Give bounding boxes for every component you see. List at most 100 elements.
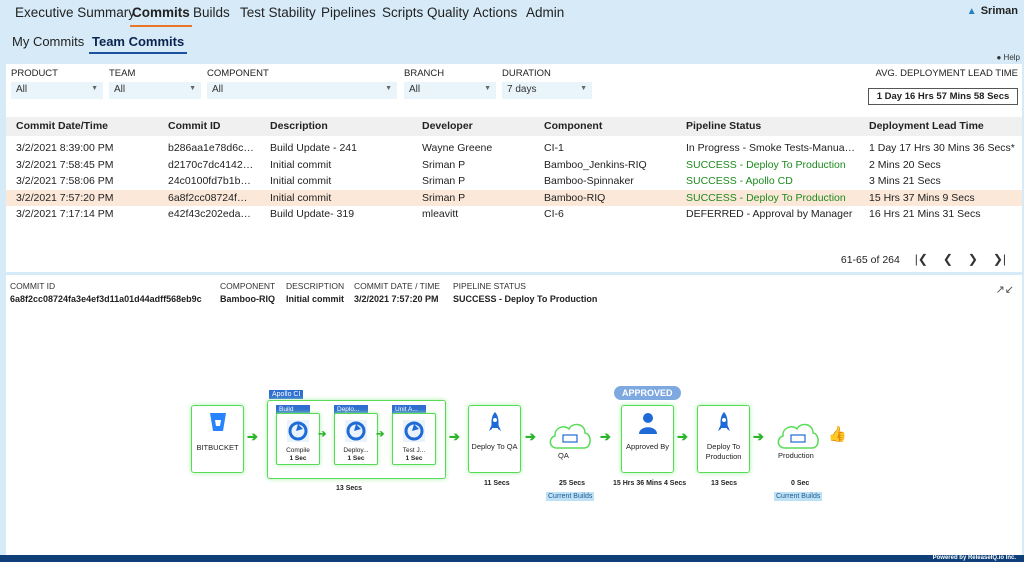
product-select[interactable]: All ▼ [11, 82, 103, 99]
tab-commits[interactable]: Commits [130, 5, 192, 27]
stage-bitbucket[interactable]: BITBUCKET [191, 405, 244, 473]
table-cell: e42f43c202eda… [168, 208, 251, 220]
branch-select[interactable]: All ▼ [404, 82, 496, 99]
task-test[interactable]: Test J... 1 Sec [392, 413, 436, 465]
component-filter: COMPONENT All ▼ [207, 68, 397, 99]
stage-bitbucket-label: BITBUCKET [196, 443, 239, 452]
rocket-icon [718, 412, 730, 431]
avg-lead-time-label: AVG. DEPLOYMENT LEAD TIME [875, 68, 1018, 79]
team-filter: TEAM All ▼ [109, 68, 201, 99]
arrow-icon: ➔ [600, 429, 611, 444]
table-cell: d2170c7dc4142… [168, 158, 254, 171]
team-label: TEAM [109, 68, 136, 79]
table-cell: Wayne Greene [422, 142, 493, 154]
col-component[interactable]: Component [544, 120, 602, 132]
qa-current-builds[interactable]: Current Builds [546, 492, 595, 501]
duration-value: 7 days [507, 84, 537, 95]
col-description[interactable]: Description [270, 120, 328, 132]
tab-test-stability[interactable]: Test Stability [240, 5, 316, 20]
task-compile[interactable]: Compile 1 Sec [276, 413, 320, 465]
component-select[interactable]: All ▼ [207, 82, 397, 99]
tab-pipelines[interactable]: Pipelines [321, 5, 376, 20]
stage-deploy-production[interactable]: Deploy To Production [697, 405, 750, 473]
expand-icon[interactable]: ↗↙ [996, 283, 1014, 296]
detail-component-value: Bamboo-RIQ [220, 294, 275, 304]
tab-actions[interactable]: Actions [473, 5, 517, 20]
detail-commit-id-label: COMMIT ID [10, 281, 56, 291]
stage-deploy-qa-label: Deploy To QA [471, 442, 518, 451]
col-commit-date[interactable]: Commit Date/Time [16, 120, 108, 132]
detail-date-label: COMMIT DATE / TIME [354, 281, 440, 291]
table-row[interactable]: 3/2/2021 7:58:06 PM 24c0100fd7b1b… Initial… [6, 173, 1022, 189]
tab-team-commits[interactable]: Team Commits [88, 34, 188, 54]
detail-description-label: DESCRIPTION [286, 281, 345, 291]
detail-component: COMPONENT Bamboo-RIQ [220, 281, 275, 304]
table-cell: Bamboo-Spinnaker [544, 175, 634, 187]
table-cell: Build Update- 319 [270, 208, 355, 220]
production-cloud-icon[interactable] [775, 418, 821, 452]
tab-executive-summary[interactable]: Executive Summary [15, 5, 135, 20]
col-developer[interactable]: Developer [422, 120, 473, 132]
user-name: Sriman [980, 5, 1018, 17]
table-cell: Bamboo_Jenkins-RIQ [544, 158, 647, 171]
task-deploy[interactable]: Deploy... 1 Sec [334, 413, 378, 465]
tab-builds[interactable]: Builds [193, 5, 230, 20]
detail-date: COMMIT DATE / TIME 3/2/2021 7:57:20 PM [354, 281, 440, 304]
col-commit-id[interactable]: Commit ID [168, 120, 221, 132]
help-link[interactable]: ● Help [996, 53, 1020, 62]
table-cell: Build Update - 241 [270, 142, 357, 154]
table-cell: mleavitt [422, 208, 459, 220]
approved-time: 15 Hrs 36 Mins 4 Secs [613, 480, 687, 487]
stage-deploy-qa[interactable]: Deploy To QA [468, 405, 521, 473]
qa-time: 25 Secs [559, 480, 586, 487]
product-label: PRODUCT [11, 68, 58, 79]
component-value: All [212, 84, 224, 95]
table-row[interactable]: 3/2/2021 8:39:00 PM b286aa1e78d6c… Build U… [6, 140, 1022, 156]
table-row[interactable]: 3/2/2021 7:17:14 PM e42f43c202eda… Build U… [6, 206, 1022, 222]
thumbs-up-icon: 👍 [828, 426, 847, 443]
top-nav: Executive Summary Commits Builds Test St… [0, 0, 1024, 28]
table-cell: 3/2/2021 8:39:00 PM [16, 142, 114, 154]
table-cell: Sriman P [422, 158, 466, 171]
col-lead-time[interactable]: Deployment Lead Time [869, 120, 984, 132]
team-select[interactable]: All ▼ [109, 82, 201, 99]
branch-value: All [409, 84, 421, 95]
table-cell: Bamboo-RIQ [544, 191, 606, 204]
arrow-icon: ➔ [449, 429, 460, 444]
last-page-icon[interactable]: ❯| [993, 252, 1006, 266]
user-menu[interactable]: ▲ Sriman [967, 5, 1018, 17]
table-cell: DEFERRED - Approval by Manager [686, 208, 853, 220]
prev-page-icon[interactable]: ❮ [943, 252, 953, 266]
chevron-down-icon: ▼ [484, 85, 491, 92]
detail-status-label: PIPELINE STATUS [453, 281, 526, 291]
table-cell: Initial commit [270, 175, 332, 187]
first-page-icon[interactable]: |❮ [915, 252, 928, 266]
table-cell: Sriman P [422, 175, 466, 187]
arrow-icon: ➔ [376, 429, 385, 440]
detail-status-value: SUCCESS - Deploy To Production [453, 294, 598, 304]
table-cell: 24c0100fd7b1b… [168, 175, 251, 187]
filter-bar: PRODUCT All ▼ TEAM All ▼ COMPONENT All ▼ BR… [6, 64, 1022, 111]
table-row[interactable]: 3/2/2021 7:58:45 PM d2170c7dc4142… Initial… [6, 157, 1022, 173]
table-cell: SUCCESS - Deploy To Production [686, 191, 846, 204]
tab-scripts-quality[interactable]: Scripts Quality [382, 5, 469, 20]
chevron-down-icon: ▼ [385, 85, 392, 92]
col-pipeline-status[interactable]: Pipeline Status [686, 120, 761, 132]
detail-commit-id-value: 6a8f2cc08724fa3e4ef3d11a01d44adff568eb9c [10, 294, 202, 304]
next-page-icon[interactable]: ❯ [968, 252, 978, 266]
tab-my-commits[interactable]: My Commits [12, 34, 84, 49]
table-cell: 3/2/2021 7:58:45 PM [16, 158, 114, 171]
task-test-time: 1 Sec [405, 455, 423, 462]
table-cell: 1 Day 17 Hrs 30 Mins 36 Secs* [869, 142, 1015, 154]
stage-approved[interactable]: Approved By [621, 405, 674, 473]
arrow-icon: ➔ [247, 429, 258, 444]
table-row[interactable]: 3/2/2021 7:57:20 PM 6a8f2cc08724f… Initial… [6, 189, 1022, 206]
duration-filter: DURATION 7 days ▼ [502, 68, 592, 99]
table-cell: 2 Mins 20 Secs [869, 158, 941, 171]
duration-select[interactable]: 7 days ▼ [502, 82, 592, 99]
qa-cloud-icon[interactable] [547, 418, 593, 452]
production-current-builds[interactable]: Current Builds [774, 492, 823, 501]
avg-lead-time-value: 1 Day 16 Hrs 57 Mins 58 Secs [868, 88, 1018, 105]
table-cell: b286aa1e78d6c… [168, 142, 254, 154]
tab-admin[interactable]: Admin [526, 5, 564, 20]
